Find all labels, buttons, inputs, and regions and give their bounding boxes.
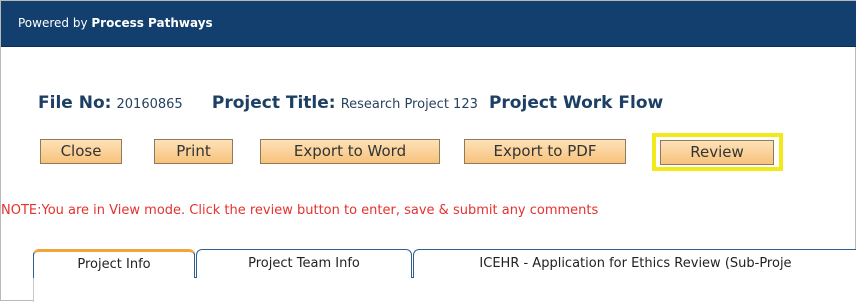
page-frame: Powered by Process Pathways File No: 201… xyxy=(0,0,856,302)
tab-icehr-application[interactable]: ICEHR - Application for Ethics Review (S… xyxy=(413,249,856,279)
file-info-line: File No: 20160865 Project Title: Researc… xyxy=(38,93,663,113)
export-to-word-button[interactable]: Export to Word xyxy=(260,139,440,164)
file-no-value: 20160865 xyxy=(116,97,183,112)
project-title-value: Research Project 123 xyxy=(340,97,478,112)
close-button[interactable]: Close xyxy=(40,139,122,164)
project-title-label: Project Title: xyxy=(211,93,336,113)
view-mode-note: NOTE:You are in View mode. Click the rev… xyxy=(1,203,599,218)
powered-by-prefix: Powered by xyxy=(18,16,92,30)
tab-project-team-info[interactable]: Project Team Info xyxy=(196,249,412,279)
powered-by-text: Powered by Process Pathways xyxy=(18,16,213,30)
review-button[interactable]: Review xyxy=(660,140,774,165)
project-workflow-label: Project Work Flow xyxy=(488,93,664,113)
export-to-pdf-button[interactable]: Export to PDF xyxy=(464,139,626,164)
tab-content-panel xyxy=(33,278,856,302)
print-button[interactable]: Print xyxy=(154,139,233,164)
file-no-label: File No: xyxy=(38,93,112,113)
top-banner: Powered by Process Pathways xyxy=(1,1,856,47)
tab-project-info[interactable]: Project Info xyxy=(33,249,195,279)
brand-name: Process Pathways xyxy=(91,16,213,30)
